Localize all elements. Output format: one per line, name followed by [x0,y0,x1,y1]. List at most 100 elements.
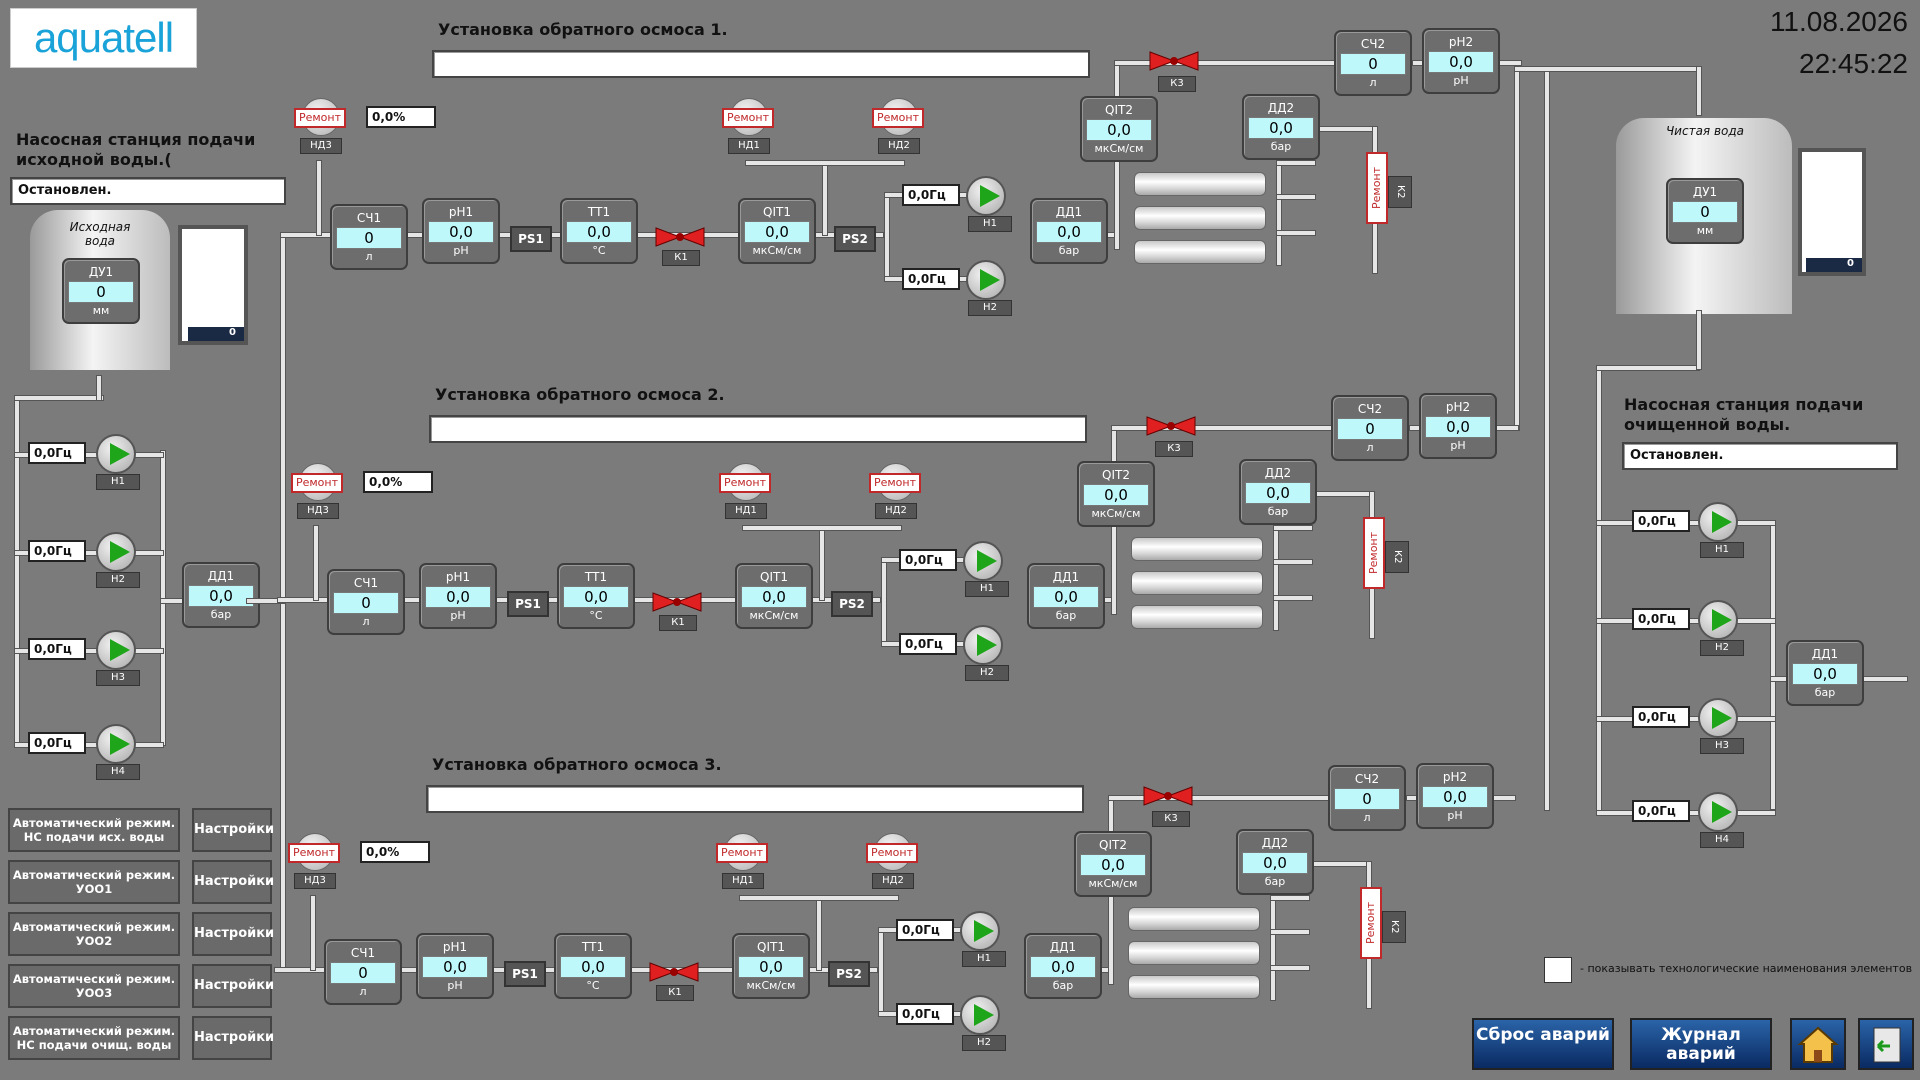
sensor-value: 0 [1334,788,1400,810]
k3-valve[interactable] [1145,415,1197,437]
right-pump-1[interactable] [1698,502,1738,542]
qit2-sensor[interactable]: QIT2 0,0 мкСм/см [1074,831,1152,897]
nd3-repair-button[interactable]: Ремонт [294,108,346,128]
nd1-tag: НД1 [722,873,764,889]
reset-alarms-button[interactable]: Сброс аварий [1472,1018,1614,1070]
k1-valve[interactable] [654,226,706,248]
nd1-repair-button[interactable]: Ремонт [719,473,771,493]
sch2-sensor[interactable]: СЧ2 0 л [1334,30,1412,96]
sch2-sensor[interactable]: СЧ2 0 л [1328,765,1406,831]
right-pump-tag: Н3 [1700,738,1744,754]
dd1-sensor[interactable]: ДД1 0,0 бар [1027,563,1105,629]
auto-mode-button[interactable]: Автоматический режим. УОО1 [8,860,180,904]
nd2-repair-button[interactable]: Ремонт [866,843,918,863]
h1-pump[interactable] [960,911,1000,951]
h2-pump[interactable] [966,260,1006,300]
left-level-sensor[interactable]: ДУ1 0 мм [62,258,140,324]
ph2-sensor[interactable]: pH2 0,0 pH [1416,763,1494,829]
ph1-sensor[interactable]: pH1 0,0 pH [416,933,494,999]
exit-button[interactable] [1858,1018,1914,1070]
left-pump-freq: 0,0Гц [28,638,86,660]
ps2-switch[interactable]: PS2 [828,961,870,987]
sensor-unit: л [1369,76,1377,89]
sensor-unit: бар [1264,875,1286,888]
unit-title: Установка обратного осмоса 1. [438,20,728,39]
home-button[interactable] [1790,1018,1846,1070]
ph1-sensor[interactable]: pH1 0,0 pH [422,198,500,264]
qit1-sensor[interactable]: QIT1 0,0 мкСм/см [732,933,810,999]
k2-repair-button[interactable]: Ремонт [1363,517,1385,589]
sch1-sensor[interactable]: СЧ1 0 л [330,204,408,270]
tt1-sensor[interactable]: ТТ1 0,0 °C [554,933,632,999]
k2-repair-button[interactable]: Ремонт [1366,152,1388,224]
sensor-value: 0 [1337,418,1403,440]
pipe-segment [822,160,828,236]
right-pump-3[interactable] [1698,698,1738,738]
sch1-sensor[interactable]: СЧ1 0 л [327,569,405,635]
dd1-sensor[interactable]: ДД1 0,0 бар [1030,198,1108,264]
ph2-sensor[interactable]: pH2 0,0 pH [1422,28,1500,94]
nd1-tag: НД1 [728,138,770,154]
ph2-sensor[interactable]: pH2 0,0 pH [1419,393,1497,459]
left-pressure-sensor[interactable]: ДД1 0,0 бар [182,562,260,628]
k1-valve[interactable] [648,961,700,983]
qit1-sensor[interactable]: QIT1 0,0 мкСм/см [735,563,813,629]
k3-valve[interactable] [1142,785,1194,807]
qit2-sensor[interactable]: QIT2 0,0 мкСм/см [1077,461,1155,527]
k1-valve[interactable] [651,591,703,613]
nd3-tag: НД3 [294,873,336,889]
nd3-repair-button[interactable]: Ремонт [288,843,340,863]
right-level-sensor[interactable]: ДУ1 0 мм [1666,178,1744,244]
nd1-repair-button[interactable]: Ремонт [716,843,768,863]
auto-mode-button[interactable]: Автоматический режим. УОО2 [8,912,180,956]
settings-button[interactable]: Настройки [192,860,274,904]
right-pump-2[interactable] [1698,600,1738,640]
ps2-switch[interactable]: PS2 [831,591,873,617]
pipe-segment [1276,230,1316,236]
ps1-switch[interactable]: PS1 [504,961,546,987]
settings-button[interactable]: Настройки [192,808,274,852]
left-pump-4[interactable] [96,724,136,764]
h2-pump[interactable] [960,995,1000,1035]
dd2-sensor[interactable]: ДД2 0,0 бар [1242,94,1320,160]
h1-pump[interactable] [966,176,1006,216]
right-pressure-sensor[interactable]: ДД1 0,0 бар [1786,640,1864,706]
nd2-repair-button[interactable]: Ремонт [872,108,924,128]
h1-pump[interactable] [963,541,1003,581]
show-names-checkbox[interactable] [1544,957,1572,983]
k3-valve[interactable] [1148,50,1200,72]
ps1-switch[interactable]: PS1 [510,226,552,252]
qit2-sensor[interactable]: QIT2 0,0 мкСм/см [1080,96,1158,162]
settings-button[interactable]: Настройки [192,912,274,956]
left-pump-2[interactable] [96,532,136,572]
left-pump-1[interactable] [96,434,136,474]
sensor-value: 0,0 [1036,221,1102,243]
k2-repair-button[interactable]: Ремонт [1360,887,1382,959]
auto-mode-button[interactable]: Автоматический режим. УОО3 [8,964,180,1008]
nd1-repair-button[interactable]: Ремонт [722,108,774,128]
ps1-switch[interactable]: PS1 [507,591,549,617]
sch1-sensor[interactable]: СЧ1 0 л [324,939,402,1005]
sch2-sensor[interactable]: СЧ2 0 л [1331,395,1409,461]
settings-button[interactable]: Настройки [192,964,274,1008]
auto-mode-button[interactable]: Автоматический режим. НС подачи очищ. во… [8,1016,180,1060]
ps2-switch[interactable]: PS2 [834,226,876,252]
right-pump-4[interactable] [1698,792,1738,832]
sensor-unit: pH [1447,809,1463,822]
nd3-repair-button[interactable]: Ремонт [291,473,343,493]
sensor-value: 0,0 [425,586,491,608]
settings-button[interactable]: Настройки [192,1016,274,1060]
qit1-sensor[interactable]: QIT1 0,0 мкСм/см [738,198,816,264]
h2-pump[interactable] [963,625,1003,665]
dd2-sensor[interactable]: ДД2 0,0 бар [1239,459,1317,525]
left-pump-3[interactable] [96,630,136,670]
ph1-sensor[interactable]: pH1 0,0 pH [419,563,497,629]
dd1-sensor[interactable]: ДД1 0,0 бар [1024,933,1102,999]
alarm-log-button[interactable]: Журнал аварий [1630,1018,1772,1070]
dd2-sensor[interactable]: ДД2 0,0 бар [1236,829,1314,895]
auto-mode-button[interactable]: Автоматический режим. НС подачи исх. вод… [8,808,180,852]
nd2-repair-button[interactable]: Ремонт [869,473,921,493]
pipe-segment [277,597,331,603]
tt1-sensor[interactable]: ТТ1 0,0 °C [557,563,635,629]
tt1-sensor[interactable]: ТТ1 0,0 °C [560,198,638,264]
